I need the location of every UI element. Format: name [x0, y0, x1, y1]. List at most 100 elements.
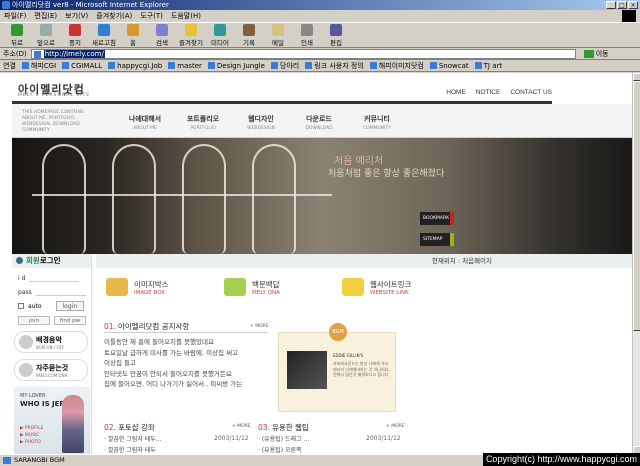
go-button[interactable]: 이동	[583, 49, 609, 59]
page-icon	[207, 62, 215, 69]
qna-button[interactable]: 자주묻는것 IMELY.COM QNA	[14, 359, 88, 381]
link-icon	[342, 278, 364, 296]
links-item-label: 당아리	[279, 61, 300, 70]
toolbar-button[interactable]: 검색	[149, 23, 175, 47]
toolbar-icon	[40, 24, 52, 36]
address-input[interactable]: http://imely.com/	[30, 48, 576, 59]
toolbar-button[interactable]: 뒤로	[4, 23, 30, 47]
links-item[interactable]: happycgi.Job	[108, 62, 162, 70]
toolbar-icon	[69, 24, 81, 36]
toolbar-icon	[98, 24, 110, 36]
toolbar-button[interactable]: 인쇄	[294, 23, 320, 47]
list-item[interactable]: · (유용팁) 드래그 ...	[258, 434, 309, 443]
scroll-thumb[interactable]	[633, 81, 640, 331]
links-item[interactable]: 해피CGI	[21, 61, 56, 71]
windows-logo-icon	[622, 10, 636, 22]
jerry-photo-link[interactable]: PHOTO	[20, 439, 44, 446]
bgm-card[interactable]: BGM EDDIE GILLIN'S 카바레사운드는 항상 나에게 가서 데리러…	[278, 323, 396, 412]
scroll-up-button[interactable]	[633, 73, 640, 81]
topnav-home[interactable]: HOME	[446, 89, 466, 96]
webtips-title[interactable]: 03. 유용한 웹팁	[258, 422, 309, 433]
links-item[interactable]: Design Jungle	[207, 62, 265, 70]
bgm-toggle-title: 배경음악	[36, 335, 62, 344]
toolbar-button[interactable]: 앞으로	[33, 23, 59, 47]
nav-webdesign[interactable]: 웹디자인 WEBDESIGN	[232, 114, 290, 131]
jerry-banner[interactable]: MY LOVER WHO IS JERRY? PROFILE MUSIC PHO…	[14, 387, 90, 454]
hero-figure	[182, 144, 226, 254]
menu-favorites[interactable]: 즐겨찾기(A)	[96, 11, 132, 21]
toolbar-icon	[156, 24, 168, 36]
quicklink-qna[interactable]: 백문백답 MELY QNA	[224, 278, 324, 296]
toolbar-button[interactable]: 새로고침	[91, 23, 117, 47]
toolbar-button[interactable]: 중지	[62, 23, 88, 47]
links-item[interactable]: master	[168, 62, 202, 70]
quicklink-imagebox[interactable]: 이미지박스 IMAGE BOX	[106, 278, 206, 296]
list-item[interactable]: · (유용팁) 오른쪽	[258, 445, 302, 454]
toolbar-icon	[185, 24, 197, 36]
nav-community[interactable]: 커뮤니티 COMMUNITY	[348, 114, 406, 131]
login-button[interactable]: login	[55, 301, 85, 311]
bookmark-button[interactable]: BOOKMARK	[420, 212, 454, 225]
links-item[interactable]: 링크 사용자 정의	[305, 61, 364, 71]
password-input[interactable]	[35, 288, 86, 296]
topnav-contact[interactable]: CONTACT US	[510, 89, 552, 96]
notice-line: 인터넷도 안꿈이 안되서 들어오지를 못했거든요	[104, 369, 232, 378]
jerry-profile-link[interactable]: PROFILE	[20, 425, 44, 432]
links-item[interactable]: 당아리	[270, 61, 300, 71]
links-label: 연결	[3, 61, 16, 70]
maximize-button[interactable]: □	[617, 1, 627, 9]
quicklink-imagebox-title: 이미지박스	[134, 279, 169, 289]
list-date: 2003/11/12	[366, 435, 401, 442]
auto-login-checkbox[interactable]	[18, 303, 24, 309]
links-item[interactable]: Snowcat	[429, 62, 469, 70]
toolbar-button[interactable]: 미디어	[207, 23, 233, 47]
menu-tools[interactable]: 도구(T)	[140, 11, 163, 21]
toolbar-button[interactable]: 편집	[323, 23, 349, 47]
nav-portfolio[interactable]: 포트폴리오 PORTFOLIO	[174, 114, 232, 131]
vertical-scrollbar[interactable]	[632, 73, 640, 454]
sitemap-button[interactable]: SITEMAP	[420, 233, 454, 246]
minimize-button[interactable]: _	[606, 1, 616, 9]
links-item-label: 해피이미지닷컴	[378, 61, 424, 70]
webtips-more-link[interactable]: MORE	[386, 424, 404, 429]
toolbar-button-label: 인쇄	[301, 39, 313, 47]
toolbar-button[interactable]: 기록	[236, 23, 262, 47]
notice-more-link[interactable]: MORE	[250, 324, 268, 329]
toolbar-button[interactable]: 즐겨찾기	[178, 23, 204, 47]
list-item[interactable]: · 깔끔한 그림자 테두	[104, 445, 156, 454]
close-button[interactable]: ×	[628, 1, 638, 9]
menu-edit[interactable]: 편집(E)	[34, 11, 57, 21]
links-item[interactable]: TJ art	[474, 62, 502, 70]
notice-line: 이상집 들고	[104, 359, 136, 367]
login-title-b: 로그인	[39, 256, 61, 265]
nav-download[interactable]: 다운로드 DOWNLOAD	[290, 114, 348, 131]
hero-subline: 처음처럼 좋은 항상 좋은해졌다	[328, 169, 445, 179]
toolbar-button-label: 검색	[156, 39, 168, 47]
quicklink-website[interactable]: 웹사이트링크 WEBSITE LINK	[342, 278, 442, 296]
breadcrumb: 현재위치 : 처음페이지	[96, 254, 632, 268]
links-item[interactable]: 해피이미지닷컴	[369, 61, 424, 71]
toolbar-button[interactable]: 메일	[265, 23, 291, 47]
find-pw-button[interactable]: find pw	[54, 316, 86, 325]
book-icon	[224, 278, 246, 296]
list-item[interactable]: · 깔끔한 그림자 테두...	[104, 434, 162, 443]
window-title: 아이멜리닷컴 ver8 - Microsoft Internet Explore…	[12, 1, 169, 9]
join-button[interactable]: join	[18, 316, 50, 325]
nav-portfolio-label: 포트폴리오	[186, 115, 220, 123]
quicklink-imagebox-sub: IMAGE BOX	[134, 289, 165, 296]
topnav-notice[interactable]: NOTICE	[476, 89, 501, 96]
links-item[interactable]: CGIMALL	[62, 62, 102, 70]
photoshop-title[interactable]: 02. 포토샵 강좌	[104, 422, 155, 433]
auto-login-row: auto login	[12, 301, 91, 311]
bgm-toggle-button[interactable]: 배경음악 BGM ON / OFF	[14, 331, 88, 353]
menu-file[interactable]: 파일(F)	[4, 11, 26, 21]
toolbar-button[interactable]: 홈	[120, 23, 146, 47]
nav-about[interactable]: 나에대해서 ABOUT ME	[116, 114, 174, 131]
menu-view[interactable]: 보기(V)	[65, 11, 88, 21]
photoshop-more-link[interactable]: MORE	[232, 424, 250, 429]
notice-title[interactable]: 01. 아이멜리닷컴 공지사항	[104, 321, 189, 332]
nav-download-sub: DOWNLOAD	[305, 126, 333, 131]
id-input[interactable]	[29, 274, 80, 282]
jerry-music-link[interactable]: MUSIC	[20, 432, 44, 439]
menu-help[interactable]: 도움말(H)	[171, 11, 201, 21]
